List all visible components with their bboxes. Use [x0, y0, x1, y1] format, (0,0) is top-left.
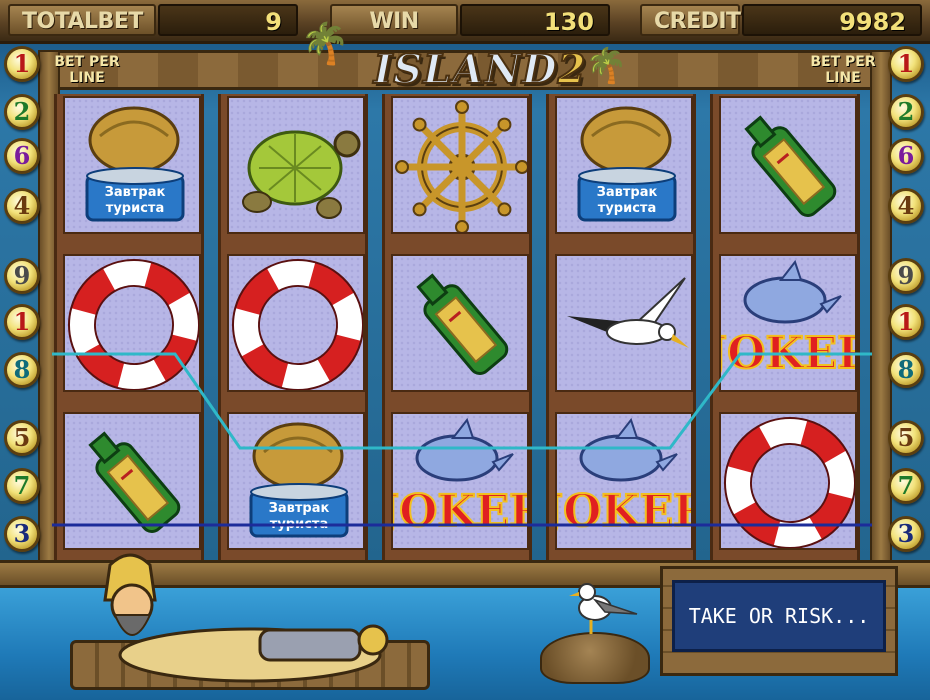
bottle-icon — [88, 431, 181, 533]
seagull-symbol — [555, 254, 693, 392]
joker-icon: JOKER — [721, 259, 857, 380]
can-label-bottom: туриста — [106, 201, 164, 216]
top-bar: TOTALBET 9 WIN 130 CREDIT 9982 — [0, 0, 930, 44]
reel-4: Завтрак туриста JOKER — [546, 94, 696, 560]
canned-food-symbol: Завтрак туриста — [227, 412, 365, 550]
turtle-icon — [242, 130, 361, 219]
line-button-left-5[interactable]: 5 — [4, 420, 40, 456]
can-label-top: Завтрак — [105, 185, 166, 200]
credit-value: 9982 — [742, 4, 922, 36]
joker-icon: JOKER — [393, 417, 529, 538]
bottle-symbol — [391, 254, 529, 392]
line-button-left-1[interactable]: 1 — [4, 304, 40, 340]
line-button-right-8[interactable]: 8 — [888, 352, 924, 388]
title-text: ISLAND — [373, 45, 558, 94]
can-label-top: Завтрак — [597, 185, 658, 200]
lifebuoy-icon — [68, 259, 199, 390]
line-button-right-6[interactable]: 6 — [888, 138, 924, 174]
line-button-right-1[interactable]: 1 — [888, 46, 924, 82]
joker-icon: JOKER — [557, 417, 693, 538]
reel-3: JOKER — [382, 94, 532, 560]
palm-icon: 🌴 — [300, 21, 350, 67]
lifebuoy-symbol — [227, 254, 365, 392]
line-button-left-9[interactable]: 9 — [4, 258, 40, 294]
credit-label: CREDIT — [640, 4, 741, 36]
lifebuoy-symbol — [719, 412, 857, 550]
joker-symbol: JOKER — [555, 412, 693, 550]
canned-food-icon: Завтрак туриста — [85, 106, 185, 222]
seagull-icon — [567, 277, 689, 348]
can-label-bottom: туриста — [598, 201, 656, 216]
win-value: 130 — [460, 4, 610, 36]
game-title: ISLAND2 — [360, 45, 600, 96]
seagull-bird — [569, 583, 638, 634]
can-label-top: Завтрак — [269, 501, 330, 516]
turtle-symbol — [227, 96, 365, 234]
line-button-left-3[interactable]: 3 — [4, 516, 40, 552]
bet-per-line-left: BET PER LINE — [54, 54, 120, 86]
ship-wheel-symbol — [391, 96, 529, 234]
line-button-left-8[interactable]: 8 — [4, 352, 40, 388]
canned-food-symbol: Завтрак туриста — [555, 96, 693, 234]
canned-food-icon: Завтрак туриста — [577, 106, 677, 222]
line-button-right-7[interactable]: 7 — [888, 468, 924, 504]
line-button-right-4[interactable]: 4 — [888, 188, 924, 224]
line-button-right-2[interactable]: 2 — [888, 94, 924, 130]
joker-text: JOKER — [721, 328, 857, 379]
line-button-left-2[interactable]: 2 — [4, 94, 40, 130]
title-number: 2 — [557, 45, 587, 94]
line-button-right-1[interactable]: 1 — [888, 304, 924, 340]
reel-2: Завтрак туриста — [218, 94, 368, 560]
canned-food-symbol: Завтрак туриста — [63, 96, 201, 234]
lifebuoy-icon — [232, 259, 363, 390]
line-button-left-6[interactable]: 6 — [4, 138, 40, 174]
castaway-character — [103, 553, 389, 683]
line-button-right-9[interactable]: 9 — [888, 258, 924, 294]
reel-5: JOKER — [710, 94, 860, 560]
joker-text: JOKER — [393, 486, 529, 537]
reel-1: Завтрак туриста — [54, 94, 204, 560]
take-or-risk-message: TAKE OR RISK... — [672, 580, 886, 652]
can-label-bottom: туриста — [270, 517, 328, 532]
joker-symbol: JOKER — [719, 254, 857, 392]
bottle-icon — [744, 115, 837, 217]
canned-food-icon: Завтрак туриста — [249, 422, 349, 538]
line-button-left-1[interactable]: 1 — [4, 46, 40, 82]
lifebuoy-symbol — [63, 254, 201, 392]
total-bet-value: 9 — [158, 4, 298, 36]
lifebuoy-icon — [724, 417, 855, 548]
line-button-left-4[interactable]: 4 — [4, 188, 40, 224]
bottle-symbol — [63, 412, 201, 550]
line-button-right-3[interactable]: 3 — [888, 516, 924, 552]
joker-text: JOKER — [557, 486, 693, 537]
line-button-left-7[interactable]: 7 — [4, 468, 40, 504]
line-button-right-5[interactable]: 5 — [888, 420, 924, 456]
joker-symbol: JOKER — [391, 412, 529, 550]
ship-wheel-icon — [395, 100, 527, 232]
bottle-symbol — [719, 96, 857, 234]
bottle-icon — [416, 273, 509, 375]
total-bet-label: TOTALBET — [8, 4, 156, 36]
bet-per-line-right: BET PER LINE — [810, 54, 876, 86]
rock — [540, 632, 650, 684]
